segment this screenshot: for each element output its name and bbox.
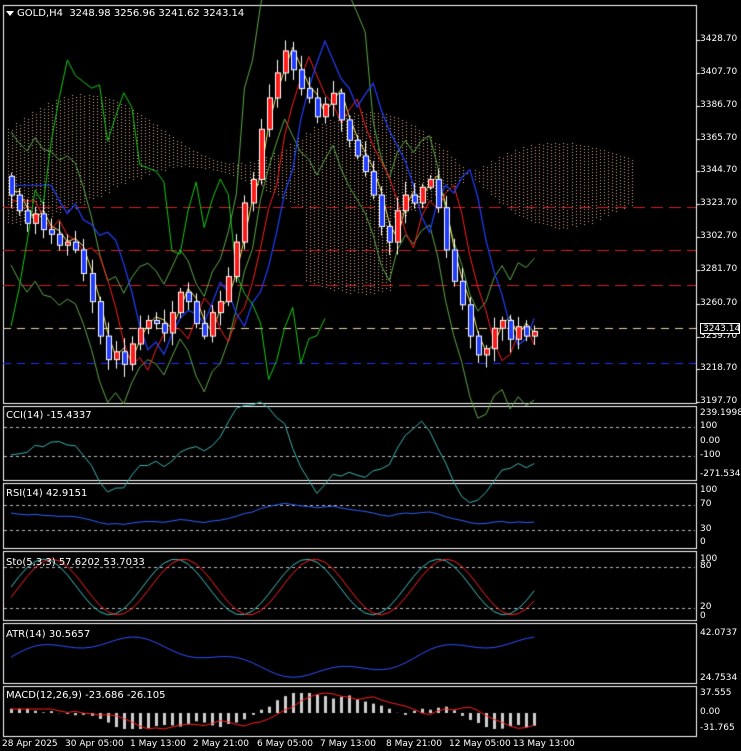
time-tick-label: 28 Apr 2025 bbox=[2, 739, 58, 749]
time-tick-label: 13 May 13:00 bbox=[513, 739, 575, 749]
cci-tick-label: -271.5346 bbox=[700, 469, 741, 479]
atr-tick-label: 42.0737 bbox=[700, 628, 738, 638]
ohlc-values: 3248.98 3256.96 3241.62 3243.14 bbox=[69, 8, 245, 19]
rsi-tick-label: 70 bbox=[700, 499, 712, 509]
time-tick-label: 7 May 13:00 bbox=[320, 739, 376, 749]
price-tick-label: 3302.70 bbox=[700, 231, 738, 241]
sto-title: Sto(5,3,3) 57.6202 53.7033 bbox=[6, 557, 145, 568]
rsi-tick-label: 100 bbox=[700, 485, 718, 495]
price-tick-label: 3197.70 bbox=[700, 396, 738, 406]
macd-title: MACD(12,26,9) -23.686 -26.105 bbox=[6, 690, 166, 701]
price-tick-label: 3281.70 bbox=[700, 264, 738, 274]
chart-canvas[interactable] bbox=[0, 0, 741, 751]
price-tick-label: 3428.70 bbox=[700, 34, 738, 44]
rsi-tick-label: 0 bbox=[700, 537, 706, 547]
price-tick-label: 3344.70 bbox=[700, 165, 738, 175]
atr-title: ATR(14) 30.5657 bbox=[6, 629, 91, 640]
dropdown-triangle-icon[interactable] bbox=[6, 10, 14, 16]
current-price-tag: 3243.14 bbox=[700, 323, 740, 334]
price-tick-label: 3260.70 bbox=[700, 298, 738, 308]
time-tick-label: 30 Apr 05:00 bbox=[65, 739, 124, 749]
macd-tick-label: -31.765 bbox=[700, 723, 735, 733]
symbol-label: GOLD,H4 bbox=[17, 8, 63, 19]
atr-tick-label: 24.7534 bbox=[700, 673, 738, 683]
price-tick-label: 3365.70 bbox=[700, 133, 738, 143]
rsi-title: RSI(14) 42.9151 bbox=[6, 488, 88, 499]
cci-tick-label: -100 bbox=[700, 450, 721, 460]
sto-tick-label: 80 bbox=[700, 561, 712, 571]
cci-title: CCI(14) -15.4337 bbox=[6, 410, 92, 421]
cci-tick-label: 239.1998 bbox=[700, 408, 741, 418]
cci-tick-label: 100 bbox=[700, 421, 718, 431]
time-tick-label: 2 May 21:00 bbox=[193, 739, 249, 749]
time-tick-label: 12 May 05:00 bbox=[449, 739, 511, 749]
sto-tick-label: 0 bbox=[700, 611, 706, 621]
price-tick-label: 3323.70 bbox=[700, 198, 738, 208]
macd-tick-label: 0.00 bbox=[700, 707, 721, 717]
cci-tick-label: 0.00 bbox=[700, 436, 721, 446]
time-tick-label: 1 May 13:00 bbox=[130, 739, 186, 749]
main-chart-title: GOLD,H4 3248.98 3256.96 3241.62 3243.14 bbox=[6, 8, 244, 19]
price-tick-label: 3407.70 bbox=[700, 67, 738, 77]
price-tick-label: 3218.70 bbox=[700, 363, 738, 373]
time-tick-label: 6 May 05:00 bbox=[257, 739, 313, 749]
price-tick-label: 3386.70 bbox=[700, 100, 738, 110]
rsi-tick-label: 30 bbox=[700, 524, 712, 534]
time-tick-label: 8 May 21:00 bbox=[386, 739, 442, 749]
macd-tick-label: 37.555 bbox=[700, 688, 732, 698]
